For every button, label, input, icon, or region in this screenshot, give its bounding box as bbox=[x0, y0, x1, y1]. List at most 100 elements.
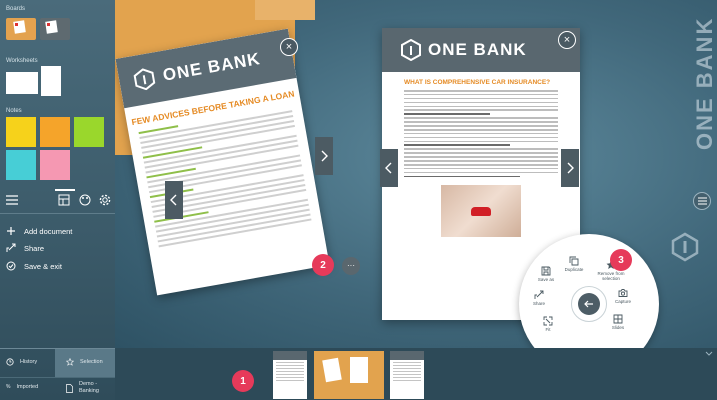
text-line bbox=[404, 175, 520, 178]
camera-icon bbox=[618, 289, 628, 297]
text-line bbox=[404, 117, 558, 119]
add-document-button[interactable]: Add document bbox=[6, 226, 72, 236]
chevron-right-icon bbox=[321, 150, 328, 162]
note-green[interactable] bbox=[74, 117, 104, 147]
board-thumb-gray[interactable] bbox=[40, 18, 70, 40]
filmstrip-thumb-board[interactable] bbox=[314, 351, 384, 399]
hamburger-icon[interactable] bbox=[5, 193, 19, 207]
next-left-doc-button[interactable] bbox=[315, 137, 333, 175]
text-line bbox=[404, 171, 558, 174]
next-right-doc-button[interactable] bbox=[561, 149, 579, 187]
share-button[interactable]: Share bbox=[6, 243, 44, 253]
chevron-right-icon bbox=[567, 162, 574, 174]
note-pink[interactable] bbox=[40, 150, 70, 180]
active-indicator bbox=[55, 189, 75, 191]
radial-back-button[interactable] bbox=[578, 293, 600, 315]
board-thumb-cork[interactable] bbox=[6, 18, 36, 40]
text-line bbox=[404, 160, 558, 162]
imported-label: Imported bbox=[16, 384, 39, 390]
note-yellow[interactable] bbox=[6, 117, 36, 147]
text-line bbox=[404, 105, 558, 108]
arrow-left-icon bbox=[584, 300, 593, 308]
ellipsis-icon: ··· bbox=[347, 261, 355, 270]
text-line bbox=[404, 97, 558, 100]
radial-save-label: Save as bbox=[537, 277, 555, 282]
thumb-line bbox=[393, 380, 421, 381]
worksheet-landscape[interactable] bbox=[6, 72, 38, 94]
boards-label: Boards bbox=[6, 6, 26, 12]
radial-duplicate-label: Duplicate bbox=[564, 267, 584, 272]
one-bank-logo-icon bbox=[401, 39, 421, 61]
selection-tab[interactable]: Selection bbox=[66, 358, 103, 366]
thumb-header bbox=[390, 351, 424, 360]
layout-icon[interactable] bbox=[57, 193, 71, 207]
thumb-line bbox=[276, 365, 304, 366]
worksheet-portrait[interactable] bbox=[41, 66, 61, 96]
chevron-left-icon bbox=[385, 162, 392, 174]
board-canvas[interactable]: ONE BANK FEW ADVICES BEFORE TAKING A LOA… bbox=[115, 0, 717, 348]
demo-tab[interactable]: Demo - Banking bbox=[66, 381, 99, 395]
note-orange[interactable] bbox=[40, 117, 70, 147]
chevron-left-icon bbox=[170, 194, 177, 206]
prev-right-doc-button[interactable] bbox=[380, 149, 398, 187]
thumb-line bbox=[276, 377, 304, 378]
palette-icon[interactable] bbox=[78, 193, 92, 207]
percent-icon: % bbox=[6, 384, 11, 390]
radial-share-label: Share bbox=[532, 301, 545, 306]
gear-icon[interactable] bbox=[98, 193, 112, 207]
chevron-down-icon[interactable] bbox=[705, 351, 713, 357]
thumb-line bbox=[393, 362, 421, 363]
step-badge-1: 1 bbox=[232, 370, 254, 392]
text-line bbox=[404, 140, 558, 143]
step-badge-2: 2 bbox=[312, 254, 334, 276]
radial-fit[interactable]: Fit bbox=[529, 316, 567, 333]
worksheets-label: Worksheets bbox=[6, 58, 38, 64]
radial-capture-label: Capture bbox=[614, 299, 631, 304]
save-exit-button[interactable]: Save & exit bbox=[6, 261, 62, 271]
radial-share[interactable]: Share bbox=[520, 290, 558, 307]
insurance-photo bbox=[441, 185, 521, 238]
prev-left-doc-button[interactable] bbox=[165, 181, 183, 219]
text-line bbox=[404, 136, 558, 139]
history-label: History bbox=[20, 359, 38, 365]
save-exit-label: Save & exit bbox=[24, 261, 62, 271]
share-icon bbox=[6, 243, 16, 252]
text-line bbox=[404, 152, 558, 154]
check-circle-icon bbox=[6, 261, 16, 271]
side-menu-button[interactable] bbox=[693, 192, 711, 210]
radial-slides[interactable]: Slides bbox=[599, 314, 637, 331]
text-line bbox=[404, 90, 558, 92]
close-right-doc-button[interactable]: × bbox=[558, 31, 576, 49]
thumb-header bbox=[273, 351, 307, 360]
filmstrip: 1 bbox=[115, 348, 717, 400]
text-line bbox=[404, 156, 558, 158]
close-icon: × bbox=[563, 33, 571, 46]
document-icon bbox=[66, 383, 73, 393]
share-label: Share bbox=[24, 243, 45, 253]
radial-save-as[interactable]: Save as bbox=[527, 266, 565, 283]
add-document-label: Add document bbox=[24, 226, 73, 236]
star-outline-icon bbox=[66, 358, 74, 366]
filmstrip-thumb-loan[interactable] bbox=[273, 351, 307, 399]
thumb-line bbox=[276, 380, 304, 381]
more-options-button[interactable]: ··· bbox=[342, 257, 360, 275]
history-tab[interactable]: History bbox=[6, 358, 37, 366]
doc-brand: ONE BANK bbox=[428, 40, 527, 59]
filmstrip-thumb-insurance[interactable] bbox=[390, 351, 424, 399]
note-cyan[interactable] bbox=[6, 150, 36, 180]
text-line bbox=[404, 148, 558, 150]
thumb-line bbox=[276, 368, 304, 369]
radial-slides-label: Slides bbox=[611, 325, 625, 330]
radial-fit-label: Fit bbox=[545, 327, 551, 332]
radial-capture[interactable]: Capture bbox=[604, 288, 642, 305]
grid-icon bbox=[613, 314, 623, 324]
watermark-logo-icon bbox=[671, 232, 699, 262]
text-line bbox=[404, 93, 558, 96]
imported-tab[interactable]: % Imported bbox=[6, 384, 38, 390]
save-icon bbox=[541, 266, 551, 276]
thumb-line bbox=[393, 374, 421, 375]
plus-icon bbox=[7, 227, 15, 235]
text-line bbox=[404, 167, 558, 170]
close-left-doc-button[interactable]: × bbox=[280, 38, 298, 56]
document-loan-advices[interactable]: ONE BANK FEW ADVICES BEFORE TAKING A LOA… bbox=[115, 28, 330, 296]
